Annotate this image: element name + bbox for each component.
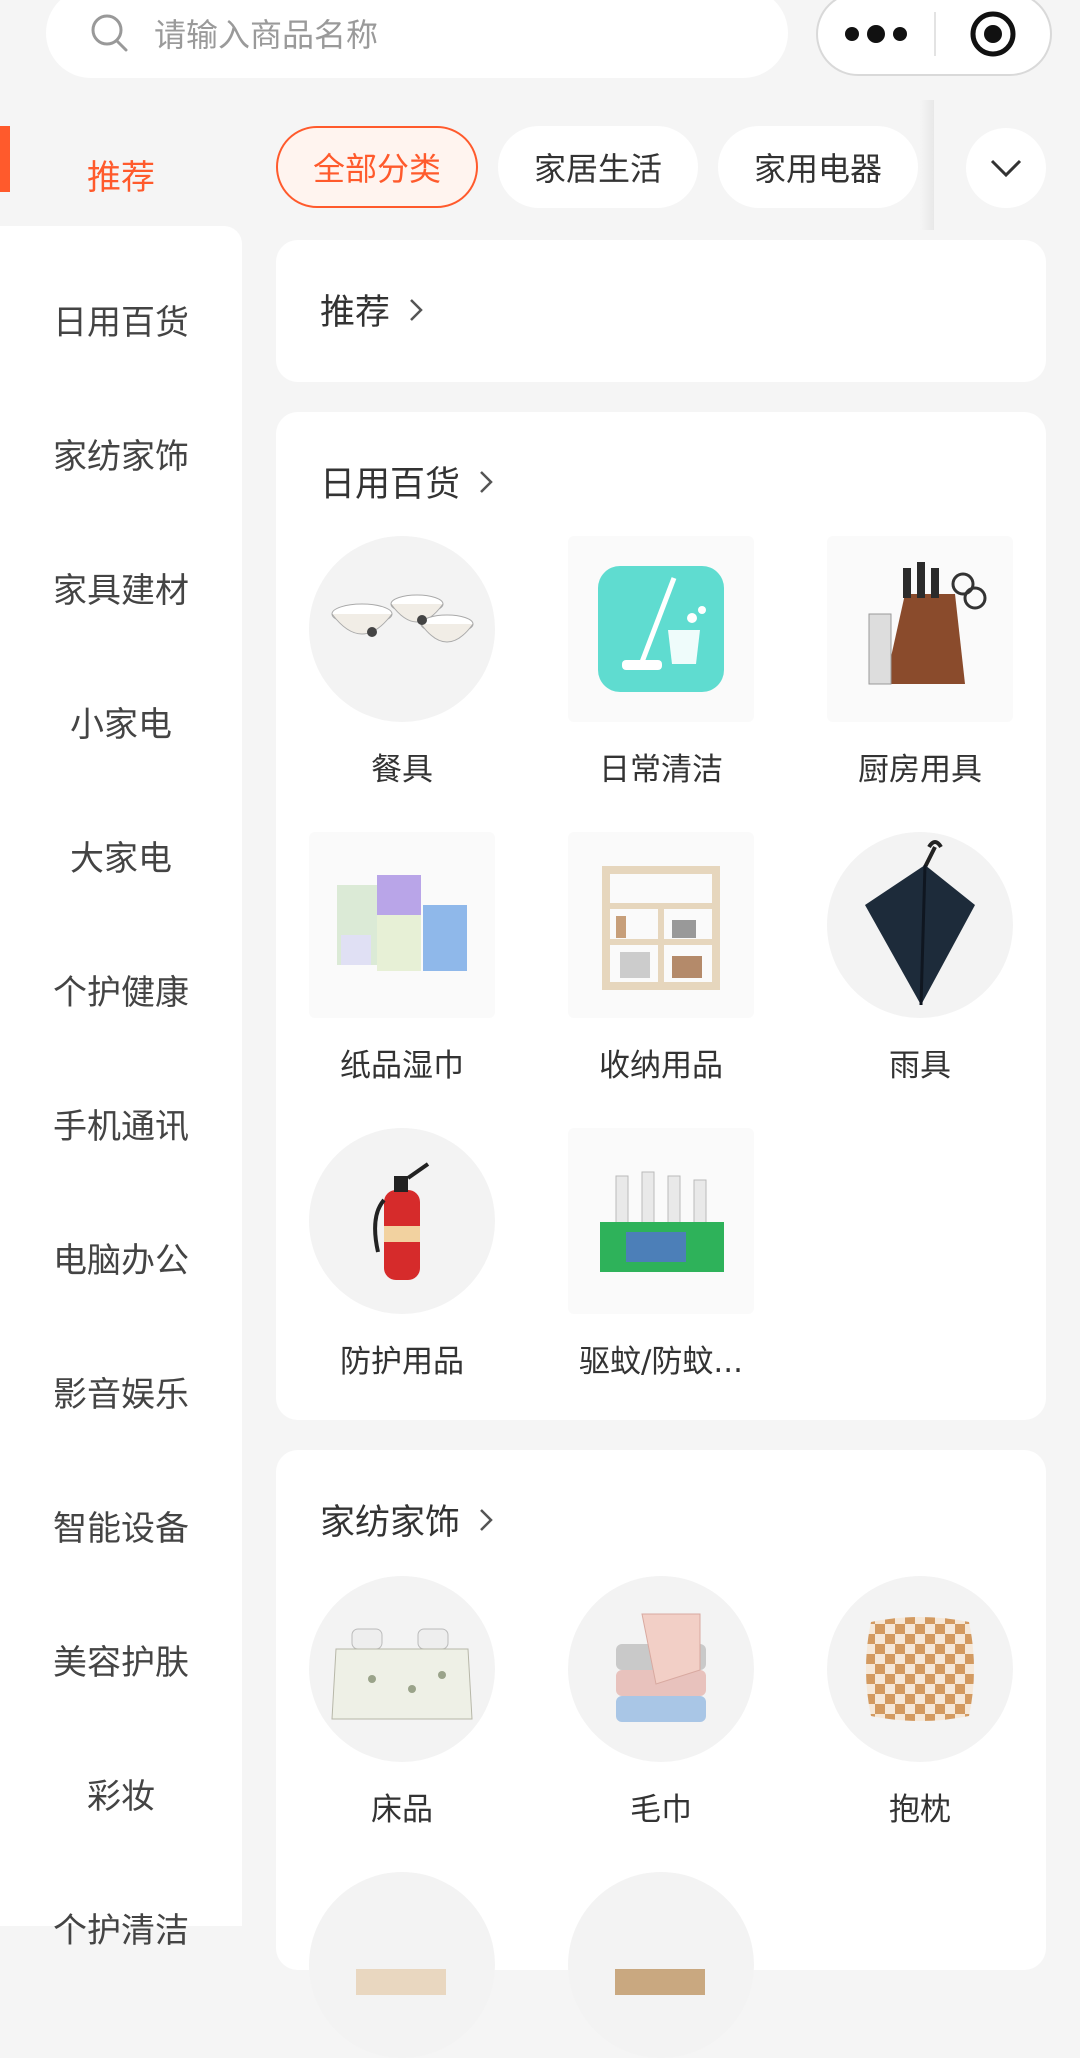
category-thumbnail bbox=[568, 1872, 754, 2058]
chevron-right-icon bbox=[480, 1508, 493, 1531]
chip-home-appliances[interactable]: 家用电器 bbox=[718, 126, 919, 208]
category-item[interactable] bbox=[302, 1872, 502, 2058]
tableware-icon bbox=[309, 536, 495, 722]
category-item-label: 床品 bbox=[371, 1792, 433, 1828]
category-item-label: 纸品湿巾 bbox=[340, 1048, 464, 1084]
section-card-home-textiles: 家纺家饰 床品 毛巾 抱枕 bbox=[276, 1450, 1046, 2058]
sidebar-item[interactable]: 智能设备 bbox=[0, 1458, 242, 1592]
category-item[interactable]: 驱蚊/防蚊... bbox=[561, 1128, 761, 1381]
category-chips: 全部分类 家居生活 家用电器 bbox=[276, 126, 930, 208]
category-item[interactable]: 纸品湿巾 bbox=[302, 832, 502, 1085]
top-bar: 请输入商品名称 bbox=[0, 0, 1080, 110]
fire-extinguisher-icon bbox=[309, 1128, 495, 1314]
section-card-recommend: 推荐 bbox=[276, 240, 1046, 382]
section-card-daily-goods: 日用百货 餐具 日常清洁 厨房用具 纸品湿巾 收纳用品 雨具 防护用品 驱蚊/防… bbox=[276, 412, 1046, 1420]
category-item-label: 防护用品 bbox=[340, 1344, 464, 1380]
category-thumbnail bbox=[309, 1872, 495, 2058]
sidebar-item[interactable]: 大家电 bbox=[0, 788, 242, 922]
category-item-label: 毛巾 bbox=[630, 1792, 692, 1828]
chips-fade bbox=[920, 100, 934, 230]
category-item[interactable]: 抱枕 bbox=[820, 1576, 1020, 1829]
sidebar-item[interactable]: 家纺家饰 bbox=[0, 386, 242, 520]
category-item[interactable]: 床品 bbox=[302, 1576, 502, 1829]
towel-icon bbox=[568, 1576, 754, 1762]
sidebar-item[interactable]: 彩妆 bbox=[0, 1726, 242, 1860]
sidebar-item[interactable]: 影音娱乐 bbox=[0, 1324, 242, 1458]
sidebar-item[interactable]: 个护健康 bbox=[0, 922, 242, 1056]
category-sidebar: 推荐 日用百货 家纺家饰 家具建材 小家电 大家电 个护健康 手机通讯 电脑办公… bbox=[0, 126, 242, 1951]
section-title-text: 推荐 bbox=[320, 293, 391, 333]
section-title[interactable]: 家纺家饰 bbox=[320, 1494, 494, 1545]
category-item[interactable]: 雨具 bbox=[820, 832, 1020, 1085]
tissue-packs-icon bbox=[309, 832, 495, 1018]
category-item[interactable]: 餐具 bbox=[302, 536, 502, 789]
search-placeholder: 请输入商品名称 bbox=[154, 16, 379, 54]
category-item[interactable]: 防护用品 bbox=[302, 1128, 502, 1381]
category-item[interactable]: 收纳用品 bbox=[561, 832, 761, 1085]
category-item[interactable]: 毛巾 bbox=[561, 1576, 761, 1829]
shelf-icon bbox=[568, 832, 754, 1018]
category-item-label: 餐具 bbox=[371, 752, 433, 788]
section-title[interactable]: 推荐 bbox=[320, 284, 424, 335]
section-title-text: 家纺家饰 bbox=[320, 1503, 461, 1543]
mini-program-capsule bbox=[816, 0, 1052, 76]
sidebar-item-recommend[interactable]: 推荐 bbox=[0, 126, 242, 222]
more-menu-button[interactable] bbox=[818, 25, 934, 43]
chip-all-categories[interactable]: 全部分类 bbox=[276, 126, 478, 208]
sidebar-item[interactable]: 家具建材 bbox=[0, 520, 242, 654]
mop-bucket-icon bbox=[568, 536, 754, 722]
knife-block-icon bbox=[827, 536, 1013, 722]
sidebar-item[interactable]: 美容护肤 bbox=[0, 1592, 242, 1726]
mosquito-repellent-icon bbox=[568, 1128, 754, 1314]
category-item[interactable] bbox=[561, 1872, 761, 2058]
chevron-right-icon bbox=[410, 298, 423, 321]
sidebar-item[interactable]: 手机通讯 bbox=[0, 1056, 242, 1190]
sidebar-item-label: 推荐 bbox=[87, 157, 155, 198]
sidebar-item[interactable]: 日用百货 bbox=[0, 252, 242, 386]
category-item-label: 雨具 bbox=[889, 1048, 951, 1084]
search-icon bbox=[91, 14, 128, 52]
sidebar-item[interactable]: 电脑办公 bbox=[0, 1190, 242, 1324]
category-item[interactable]: 厨房用具 bbox=[820, 536, 1020, 789]
sidebar-item[interactable]: 个护清洁 bbox=[0, 1860, 242, 1994]
section-title-text: 日用百货 bbox=[320, 465, 461, 505]
target-icon bbox=[970, 11, 1016, 57]
pillow-icon bbox=[827, 1576, 1013, 1762]
category-item-label: 抱枕 bbox=[889, 1792, 951, 1828]
expand-chips-button[interactable] bbox=[966, 128, 1046, 208]
close-button[interactable] bbox=[936, 9, 1050, 59]
category-item-label: 驱蚊/防蚊... bbox=[578, 1344, 743, 1380]
chevron-right-icon bbox=[480, 470, 493, 493]
category-item-label: 收纳用品 bbox=[599, 1048, 723, 1084]
chevron-down-icon bbox=[990, 159, 1022, 178]
category-item-label: 厨房用具 bbox=[858, 752, 982, 788]
category-item-label: 日常清洁 bbox=[599, 752, 723, 788]
sidebar-item[interactable]: 小家电 bbox=[0, 654, 242, 788]
umbrella-icon bbox=[827, 832, 1013, 1018]
search-input[interactable]: 请输入商品名称 bbox=[46, 0, 788, 78]
category-item[interactable]: 日常清洁 bbox=[561, 536, 761, 789]
bedding-icon bbox=[309, 1576, 495, 1762]
chip-home-living[interactable]: 家居生活 bbox=[498, 126, 699, 208]
sidebar-list: 日用百货 家纺家饰 家具建材 小家电 大家电 个护健康 手机通讯 电脑办公 影音… bbox=[0, 226, 242, 1951]
active-indicator bbox=[0, 126, 10, 192]
section-title[interactable]: 日用百货 bbox=[320, 456, 494, 507]
